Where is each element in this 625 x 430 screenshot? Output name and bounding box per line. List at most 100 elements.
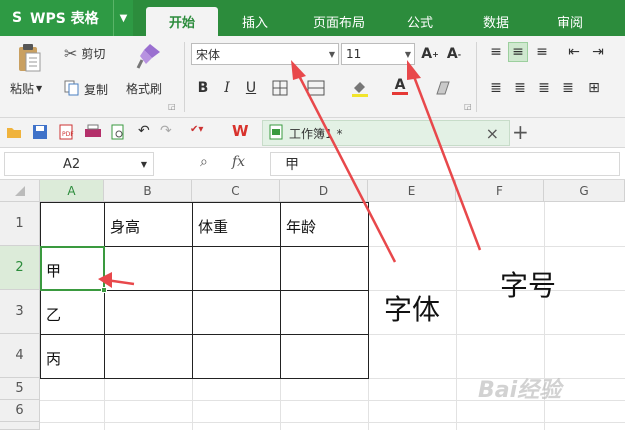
document-tab-label: 工作簿1 * xyxy=(289,126,343,141)
tab-page-layout[interactable]: 页面布局 xyxy=(296,7,382,36)
paste-menu-button[interactable]: 粘贴 ▼ xyxy=(10,80,42,97)
column-header-g[interactable]: G xyxy=(544,180,625,202)
app-name: WPS 表格 xyxy=(30,11,99,27)
annotation-font-label: 字体 xyxy=(384,293,441,326)
copy-label: 复制 xyxy=(84,83,109,97)
row-header-2[interactable]: 2 xyxy=(0,246,40,290)
font-size-select[interactable]: 11 ▼ xyxy=(341,43,415,65)
svg-text:PDF: PDF xyxy=(62,131,74,138)
dialog-launcher-icon[interactable]: ◲ xyxy=(168,102,176,111)
align-center-icon[interactable]: ≣ xyxy=(510,78,530,98)
decrease-font-size-icon[interactable]: A- xyxy=(444,44,464,64)
font-size-value: 11 xyxy=(346,47,362,61)
underline-button[interactable]: U xyxy=(241,78,261,98)
format-painter-icon-button[interactable] xyxy=(132,42,166,72)
cell-b1[interactable]: 身高 xyxy=(110,216,140,237)
distributed-icon[interactable]: ⊞ xyxy=(584,78,604,98)
name-box-value: A2 xyxy=(63,156,81,172)
cut-button[interactable]: ✂ 剪切 xyxy=(64,44,105,63)
tab-insert[interactable]: 插入 xyxy=(225,7,285,36)
tab-review[interactable]: 审阅 xyxy=(540,7,600,36)
fill-color-icon[interactable] xyxy=(350,78,370,98)
align-left-icon[interactable]: ≣ xyxy=(486,78,506,98)
row-header-4[interactable]: 4 xyxy=(0,334,40,378)
select-all-corner[interactable] xyxy=(0,180,40,202)
bold-button[interactable]: B xyxy=(193,78,213,98)
border-icon[interactable] xyxy=(270,78,290,98)
customize-toolbar-icon[interactable]: ✔▾ xyxy=(190,124,203,135)
fill-handle[interactable] xyxy=(101,287,107,293)
merge-cells-icon[interactable] xyxy=(306,78,326,98)
column-header-e[interactable]: E xyxy=(368,180,456,202)
active-cell-selection xyxy=(40,246,105,291)
increase-indent-icon[interactable]: ⇥ xyxy=(588,42,608,62)
format-painter-button[interactable]: 格式刷 xyxy=(126,80,162,97)
brush-icon xyxy=(136,42,162,73)
cell-c1[interactable]: 体重 xyxy=(198,216,228,237)
chevron-down-icon: ▼ xyxy=(36,84,43,93)
font-color-letter: A xyxy=(394,76,406,93)
gridline xyxy=(456,202,457,430)
align-top-icon[interactable]: ≡ xyxy=(486,42,506,62)
column-header-a[interactable]: A xyxy=(40,180,104,202)
paste-label: 粘贴 xyxy=(10,82,35,96)
annotation-size-label: 字号 xyxy=(500,269,557,302)
name-box[interactable]: A2 ▼ xyxy=(4,152,154,176)
wps-doc-icon: W xyxy=(232,122,249,140)
ribbon: 粘贴 ▼ ✂ 剪切 复制 格式刷 ◲ 宋体 ▼ 11 ▼ A + A - B I… xyxy=(0,36,625,118)
row-header-1[interactable]: 1 xyxy=(0,202,40,246)
row-header-6[interactable]: 6 xyxy=(0,400,40,422)
export-pdf-icon[interactable]: PDF xyxy=(58,124,74,143)
cut-label: 剪切 xyxy=(81,47,106,61)
tab-data[interactable]: 数据 xyxy=(466,7,526,36)
ribbon-divider xyxy=(184,42,185,112)
dialog-launcher-icon[interactable]: ◲ xyxy=(464,102,472,111)
new-tab-icon[interactable]: + xyxy=(512,120,529,144)
clear-format-icon[interactable] xyxy=(434,78,454,98)
cell-d1[interactable]: 年龄 xyxy=(286,216,316,237)
column-header-d[interactable]: D xyxy=(280,180,368,202)
decrease-indent-icon[interactable]: ⇤ xyxy=(564,42,584,62)
column-header-c[interactable]: C xyxy=(192,180,280,202)
cell-a3[interactable]: 乙 xyxy=(46,304,61,325)
font-name-value: 宋体 xyxy=(196,47,221,62)
zoom-search-icon[interactable]: ⌕ xyxy=(200,154,208,170)
tab-home[interactable]: 开始 xyxy=(146,7,218,36)
formula-bar: A2 ▼ ⌕ fx 甲 xyxy=(0,148,625,180)
row-header-5[interactable]: 5 xyxy=(0,378,40,400)
chevron-down-icon[interactable]: ▼ xyxy=(113,0,133,36)
redo-icon[interactable]: ↷ xyxy=(160,123,172,139)
justify-icon[interactable]: ≣ xyxy=(558,78,578,98)
align-middle-icon[interactable]: ≡ xyxy=(508,42,528,62)
paste-button[interactable] xyxy=(10,42,50,76)
increase-font-size-icon[interactable]: A + xyxy=(420,44,440,64)
table-border-line xyxy=(40,334,369,335)
tab-formulas[interactable]: 公式 xyxy=(390,7,450,36)
document-tab[interactable]: 工作簿1 * × xyxy=(262,120,510,146)
cell-a4[interactable]: 丙 xyxy=(46,348,61,369)
formula-input[interactable]: 甲 xyxy=(270,152,620,176)
print-icon[interactable] xyxy=(84,124,102,143)
close-icon[interactable]: × xyxy=(486,124,499,143)
spreadsheet-icon xyxy=(269,124,283,143)
undo-icon[interactable]: ↶ xyxy=(138,123,150,139)
row-header-3[interactable]: 3 xyxy=(0,290,40,334)
save-icon[interactable] xyxy=(32,124,48,143)
column-header-b[interactable]: B xyxy=(104,180,192,202)
title-tab-bar: S WPS 表格 ▼ 开始 插入 页面布局 公式 数据 审阅 xyxy=(0,0,625,36)
font-color-button[interactable]: A xyxy=(390,76,410,96)
open-folder-icon[interactable] xyxy=(6,124,22,143)
align-right-icon[interactable]: ≣ xyxy=(534,78,554,98)
column-header-f[interactable]: F xyxy=(456,180,544,202)
italic-button[interactable]: I xyxy=(217,78,237,98)
chevron-down-icon: ▼ xyxy=(404,50,411,59)
fx-button[interactable]: fx xyxy=(232,154,245,170)
row-header-7[interactable] xyxy=(0,422,40,430)
wps-logo-icon: S xyxy=(11,10,23,26)
align-bottom-icon[interactable]: ≡ xyxy=(532,42,552,62)
app-menu-button[interactable]: S WPS 表格 ▼ xyxy=(0,0,133,36)
print-preview-icon[interactable] xyxy=(110,124,126,143)
copy-button[interactable]: 复制 xyxy=(64,80,108,99)
font-name-select[interactable]: 宋体 ▼ xyxy=(191,43,339,65)
quick-access-bar: PDF ↶ ↷ ✔▾ W 工作簿1 * × + xyxy=(0,118,625,148)
